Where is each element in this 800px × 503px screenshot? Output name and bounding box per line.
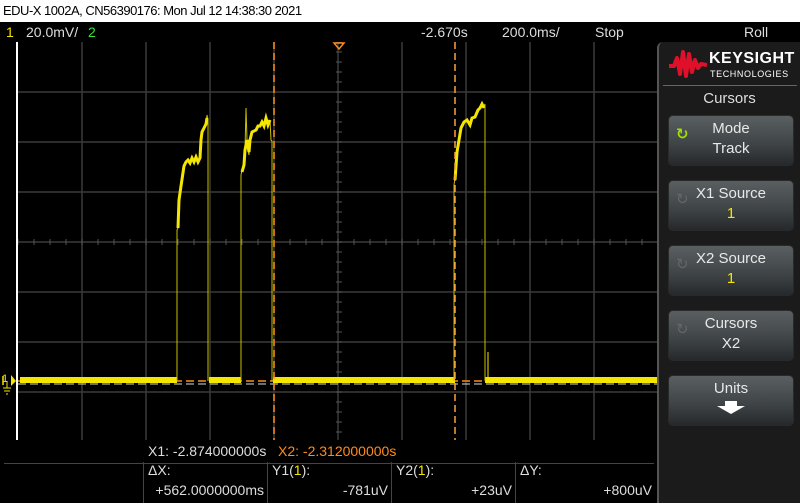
channel2-label[interactable]: 2 bbox=[88, 22, 96, 42]
x2-readout: X2: -2.312000000s bbox=[278, 443, 397, 459]
rotate-icon: ↻ bbox=[676, 321, 689, 338]
status-bar: 1 20.0mV/ 2 -2.670s 200.0ms/ Stop Roll bbox=[0, 22, 800, 42]
mode-softkey[interactable]: ↻ Mode Track bbox=[668, 115, 794, 166]
keysight-wave-icon bbox=[669, 50, 707, 78]
time-scale[interactable]: 200.0ms/ bbox=[502, 22, 560, 42]
y2-label: Y2(1): bbox=[396, 462, 435, 478]
delta-x-value: +562.0000000ms bbox=[155, 482, 264, 498]
brand-subtitle: TECHNOLOGIES bbox=[710, 69, 789, 79]
y2-value: +23uV bbox=[471, 482, 512, 498]
cursor-readout: X1: -2.874000000s X2: -2.312000000s ΔX: … bbox=[0, 440, 657, 503]
delta-y-label: ΔY: bbox=[520, 462, 542, 478]
delta-x-cell: ΔX: +562.0000000ms bbox=[143, 462, 268, 503]
rotate-icon: ↻ bbox=[676, 256, 689, 273]
waveform-svg bbox=[18, 42, 658, 440]
brand-name: KEYSIGHT bbox=[709, 50, 795, 67]
delta-y-cell: ΔY: +800uV bbox=[515, 462, 656, 503]
delta-y-value: +800uV bbox=[603, 482, 652, 498]
channel1-scale[interactable]: 20.0mV/ bbox=[26, 22, 78, 42]
rotate-icon: ↻ bbox=[676, 191, 689, 208]
channel1-label[interactable]: 1 bbox=[6, 22, 14, 42]
keysight-logo: KEYSIGHT TECHNOLOGIES bbox=[669, 48, 794, 82]
softkey-menu: KEYSIGHT TECHNOLOGIES Cursors ↻ Mode Tra… bbox=[657, 42, 800, 503]
time-offset[interactable]: -2.670s bbox=[421, 22, 468, 42]
x1-source-softkey[interactable]: ↻ X1 Source 1 bbox=[668, 180, 794, 231]
delta-x-label: ΔX: bbox=[148, 462, 171, 478]
menu-title: Cursors bbox=[703, 90, 756, 107]
y1-cell: Y1(1): -781uV bbox=[267, 462, 392, 503]
y2-cell: Y2(1): +23uV bbox=[391, 462, 516, 503]
rotate-icon: ↻ bbox=[676, 126, 689, 143]
y1-label: Y1(1): bbox=[272, 462, 311, 478]
waveform-display[interactable] bbox=[16, 42, 658, 440]
channel1-ground-marker[interactable]: 1 bbox=[0, 370, 18, 396]
arrow-down-icon bbox=[717, 401, 745, 414]
y1-value: -781uV bbox=[342, 482, 388, 498]
menu-divider bbox=[663, 85, 797, 86]
softkey-label: Units bbox=[713, 380, 749, 397]
cursors-softkey[interactable]: ↻ Cursors X2 bbox=[668, 310, 794, 361]
units-softkey[interactable]: Units bbox=[668, 375, 794, 426]
run-state[interactable]: Stop bbox=[595, 22, 624, 42]
x2-source-softkey[interactable]: ↻ X2 Source 1 bbox=[668, 245, 794, 296]
acquisition-mode: Roll bbox=[744, 24, 769, 40]
trigger-position-marker[interactable] bbox=[332, 42, 346, 51]
window-title: EDU-X 1002A, CN56390176: Mon Jul 12 14:3… bbox=[0, 0, 800, 22]
x1-readout: X1: -2.874000000s bbox=[148, 443, 267, 459]
